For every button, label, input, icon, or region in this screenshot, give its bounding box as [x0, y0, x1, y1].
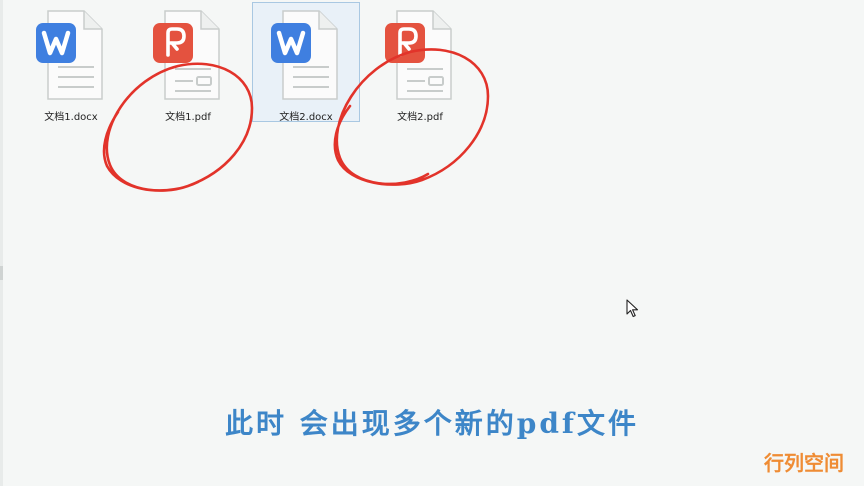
file-name: 文档1.docx: [44, 112, 98, 123]
file-item-doc1-pdf[interactable]: 文档1.pdf: [134, 2, 242, 123]
pdf-document-icon: [385, 10, 452, 100]
file-item-doc1-docx[interactable]: 文档1.docx: [17, 2, 125, 123]
video-subtitle: 此时 会出现多个新的pdf文件: [225, 407, 639, 440]
mouse-pointer-icon: [626, 299, 639, 318]
watermark-logo: 行列空间: [764, 451, 844, 475]
file-item-doc2-pdf[interactable]: 文档2.pdf: [366, 2, 474, 123]
word-document-icon: [271, 10, 338, 100]
file-item-doc2-docx[interactable]: 文档2.docx: [252, 2, 360, 123]
file-name: 文档1.pdf: [165, 112, 211, 123]
pdf-document-icon: [153, 10, 220, 100]
word-document-icon: [36, 10, 103, 100]
pane-resize-handle[interactable]: [0, 266, 3, 280]
file-name: 文档2.docx: [279, 112, 333, 123]
file-name: 文档2.pdf: [397, 112, 443, 123]
file-grid: 文档1.docx 文档1.pdf 文档2.docx 文档2.pdf: [0, 0, 864, 140]
